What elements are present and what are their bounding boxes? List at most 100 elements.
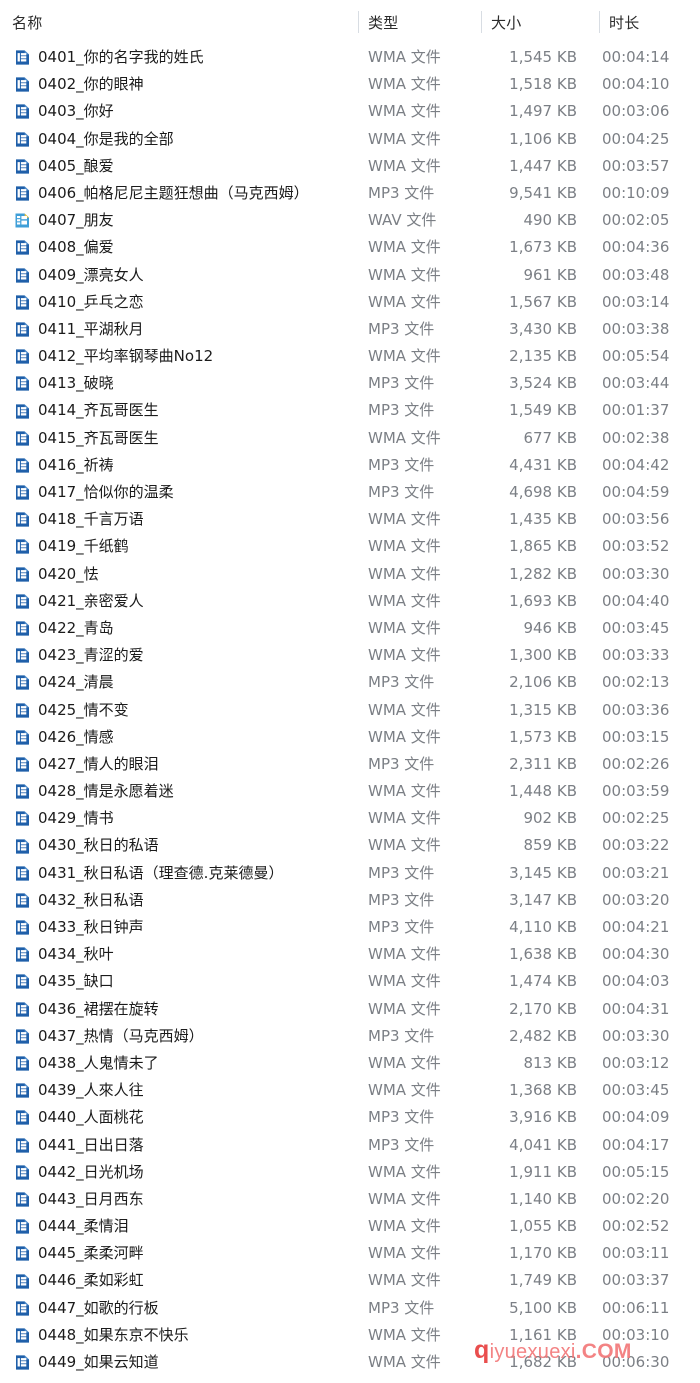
- table-row[interactable]: 0445_柔柔河畔 WMA 文件 1,170 KB 00:03:11: [0, 1240, 700, 1267]
- table-row[interactable]: 0427_情人的眼泪 MP3 文件 2,311 KB 00:02:26: [0, 751, 700, 778]
- table-row[interactable]: 0434_秋叶 WMA 文件 1,638 KB 00:04:30: [0, 941, 700, 968]
- file-name-cell[interactable]: 0409_漂亮女人: [14, 262, 144, 289]
- table-row[interactable]: 0401_你的名字我的姓氏 WMA 文件 1,545 KB 00:04:14: [0, 44, 700, 71]
- file-name-cell[interactable]: 0417_恰似你的温柔: [14, 479, 174, 506]
- file-name-cell[interactable]: 0449_如果云知道: [14, 1349, 159, 1376]
- file-name-cell[interactable]: 0445_柔柔河畔: [14, 1240, 144, 1267]
- table-row[interactable]: 0405_酿爱 WMA 文件 1,447 KB 00:03:57: [0, 153, 700, 180]
- table-row[interactable]: 0418_千言万语 WMA 文件 1,435 KB 00:03:56: [0, 506, 700, 533]
- file-name-cell[interactable]: 0402_你的眼神: [14, 71, 144, 98]
- table-row[interactable]: 0446_柔如彩虹 WMA 文件 1,749 KB 00:03:37: [0, 1267, 700, 1294]
- file-name-cell[interactable]: 0406_帕格尼尼主题狂想曲（马克西姆）: [14, 180, 309, 207]
- file-name-cell[interactable]: 0429_情书: [14, 805, 114, 832]
- file-name-cell[interactable]: 0437_热情（马克西姆）: [14, 1023, 204, 1050]
- table-row[interactable]: 0440_人面桃花 MP3 文件 3,916 KB 00:04:09: [0, 1104, 700, 1131]
- column-header-name[interactable]: 名称: [12, 0, 42, 44]
- file-name-cell[interactable]: 0448_如果东京不快乐: [14, 1322, 189, 1349]
- file-name-cell[interactable]: 0442_日光机场: [14, 1159, 144, 1186]
- table-row[interactable]: 0402_你的眼神 WMA 文件 1,518 KB 00:04:10: [0, 71, 700, 98]
- file-name-cell[interactable]: 0439_人來人往: [14, 1077, 144, 1104]
- file-name-cell[interactable]: 0436_裙摆在旋转: [14, 996, 159, 1023]
- table-row[interactable]: 0432_秋日私语 MP3 文件 3,147 KB 00:03:20: [0, 887, 700, 914]
- file-name-cell[interactable]: 0405_酿爱: [14, 153, 114, 180]
- table-row[interactable]: 0414_齐瓦哥医生 MP3 文件 1,549 KB 00:01:37: [0, 397, 700, 424]
- table-row[interactable]: 0437_热情（马克西姆） MP3 文件 2,482 KB 00:03:30: [0, 1023, 700, 1050]
- table-row[interactable]: 0416_祈祷 MP3 文件 4,431 KB 00:04:42: [0, 452, 700, 479]
- table-row[interactable]: 0436_裙摆在旋转 WMA 文件 2,170 KB 00:04:31: [0, 996, 700, 1023]
- file-name-cell[interactable]: 0425_情不变: [14, 697, 129, 724]
- table-row[interactable]: 0442_日光机场 WMA 文件 1,911 KB 00:05:15: [0, 1159, 700, 1186]
- table-row[interactable]: 0426_情感 WMA 文件 1,573 KB 00:03:15: [0, 724, 700, 751]
- table-row[interactable]: 0408_偏爱 WMA 文件 1,673 KB 00:04:36: [0, 234, 700, 261]
- table-row[interactable]: 0449_如果云知道 WMA 文件 1,682 KB 00:06:30: [0, 1349, 700, 1376]
- table-row[interactable]: 0411_平湖秋月 MP3 文件 3,430 KB 00:03:38: [0, 316, 700, 343]
- file-name-cell[interactable]: 0408_偏爱: [14, 234, 114, 261]
- file-name-cell[interactable]: 0441_日出日落: [14, 1132, 144, 1159]
- table-row[interactable]: 0419_千纸鹤 WMA 文件 1,865 KB 00:03:52: [0, 533, 700, 560]
- table-row[interactable]: 0429_情书 WMA 文件 902 KB 00:02:25: [0, 805, 700, 832]
- file-name-cell[interactable]: 0431_秋日私语（理查德.克莱德曼）: [14, 860, 283, 887]
- file-name-cell[interactable]: 0430_秋日的私语: [14, 832, 159, 859]
- file-name-cell[interactable]: 0435_缺口: [14, 968, 114, 995]
- table-row[interactable]: 0431_秋日私语（理查德.克莱德曼） MP3 文件 3,145 KB 00:03:2…: [0, 860, 700, 887]
- file-name-cell[interactable]: 0413_破晓: [14, 370, 114, 397]
- table-row[interactable]: 0415_齐瓦哥医生 WMA 文件 677 KB 00:02:38: [0, 425, 700, 452]
- file-name-cell[interactable]: 0432_秋日私语: [14, 887, 144, 914]
- table-row[interactable]: 0439_人來人往 WMA 文件 1,368 KB 00:03:45: [0, 1077, 700, 1104]
- table-row[interactable]: 0447_如歌的行板 MP3 文件 5,100 KB 00:06:11: [0, 1295, 700, 1322]
- file-name-cell[interactable]: 0403_你好: [14, 98, 114, 125]
- file-name-cell[interactable]: 0433_秋日钟声: [14, 914, 144, 941]
- column-header-length[interactable]: 时长: [599, 0, 639, 44]
- column-header-size[interactable]: 大小: [481, 0, 521, 44]
- file-name-cell[interactable]: 0424_清晨: [14, 669, 114, 696]
- table-row[interactable]: 0403_你好 WMA 文件 1,497 KB 00:03:06: [0, 98, 700, 125]
- file-name-cell[interactable]: 0422_青岛: [14, 615, 114, 642]
- table-row[interactable]: 0425_情不变 WMA 文件 1,315 KB 00:03:36: [0, 697, 700, 724]
- file-name-cell[interactable]: 0438_人鬼情未了: [14, 1050, 159, 1077]
- file-name-cell[interactable]: 0401_你的名字我的姓氏: [14, 44, 204, 71]
- table-row[interactable]: 0448_如果东京不快乐 WMA 文件 1,161 KB 00:03:10: [0, 1322, 700, 1349]
- table-row[interactable]: 0413_破晓 MP3 文件 3,524 KB 00:03:44: [0, 370, 700, 397]
- table-row[interactable]: 0420_怯 WMA 文件 1,282 KB 00:03:30: [0, 561, 700, 588]
- file-name-cell[interactable]: 0434_秋叶: [14, 941, 114, 968]
- file-name-cell[interactable]: 0446_柔如彩虹: [14, 1267, 144, 1294]
- table-row[interactable]: 0428_情是永愿着迷 WMA 文件 1,448 KB 00:03:59: [0, 778, 700, 805]
- table-row[interactable]: 0435_缺口 WMA 文件 1,474 KB 00:04:03: [0, 968, 700, 995]
- file-name-cell[interactable]: 0440_人面桃花: [14, 1104, 144, 1131]
- table-row[interactable]: 0422_青岛 WMA 文件 946 KB 00:03:45: [0, 615, 700, 642]
- file-name-cell[interactable]: 0447_如歌的行板: [14, 1295, 159, 1322]
- table-row[interactable]: 0410_乒乓之恋 WMA 文件 1,567 KB 00:03:14: [0, 289, 700, 316]
- table-row[interactable]: 0404_你是我的全部 WMA 文件 1,106 KB 00:04:25: [0, 126, 700, 153]
- file-name-cell[interactable]: 0412_平均率钢琴曲No12: [14, 343, 213, 370]
- table-row[interactable]: 0430_秋日的私语 WMA 文件 859 KB 00:03:22: [0, 832, 700, 859]
- table-row[interactable]: 0409_漂亮女人 WMA 文件 961 KB 00:03:48: [0, 262, 700, 289]
- file-name-cell[interactable]: 0414_齐瓦哥医生: [14, 397, 159, 424]
- file-name-cell[interactable]: 0420_怯: [14, 561, 99, 588]
- file-name-cell[interactable]: 0419_千纸鹤: [14, 533, 129, 560]
- table-row[interactable]: 0443_日月西东 WMA 文件 1,140 KB 00:02:20: [0, 1186, 700, 1213]
- file-name-cell[interactable]: 0411_平湖秋月: [14, 316, 144, 343]
- table-row[interactable]: 0406_帕格尼尼主题狂想曲（马克西姆） MP3 文件 9,541 KB 00:10:…: [0, 180, 700, 207]
- file-name-cell[interactable]: 0418_千言万语: [14, 506, 144, 533]
- file-name-cell[interactable]: 0415_齐瓦哥医生: [14, 425, 159, 452]
- file-name-cell[interactable]: 0407_朋友: [14, 207, 114, 234]
- table-row[interactable]: 0441_日出日落 MP3 文件 4,041 KB 00:04:17: [0, 1132, 700, 1159]
- file-name-cell[interactable]: 0416_祈祷: [14, 452, 114, 479]
- table-row[interactable]: 0423_青涩的爱 WMA 文件 1,300 KB 00:03:33: [0, 642, 700, 669]
- table-row[interactable]: 0421_亲密爱人 WMA 文件 1,693 KB 00:04:40: [0, 588, 700, 615]
- file-name-cell[interactable]: 0410_乒乓之恋: [14, 289, 144, 316]
- table-row[interactable]: 0412_平均率钢琴曲No12 WMA 文件 2,135 KB 00:05:54: [0, 343, 700, 370]
- table-row[interactable]: 0407_朋友 WAV 文件 490 KB 00:02:05: [0, 207, 700, 234]
- table-row[interactable]: 0424_清晨 MP3 文件 2,106 KB 00:02:13: [0, 669, 700, 696]
- file-name-cell[interactable]: 0423_青涩的爱: [14, 642, 144, 669]
- column-header-type[interactable]: 类型: [358, 0, 398, 44]
- file-name-cell[interactable]: 0404_你是我的全部: [14, 126, 174, 153]
- file-name-cell[interactable]: 0443_日月西东: [14, 1186, 144, 1213]
- file-name-cell[interactable]: 0426_情感: [14, 724, 114, 751]
- file-name-cell[interactable]: 0428_情是永愿着迷: [14, 778, 174, 805]
- table-row[interactable]: 0433_秋日钟声 MP3 文件 4,110 KB 00:04:21: [0, 914, 700, 941]
- file-name-cell[interactable]: 0427_情人的眼泪: [14, 751, 159, 778]
- table-row[interactable]: 0444_柔情泪 WMA 文件 1,055 KB 00:02:52: [0, 1213, 700, 1240]
- file-name-cell[interactable]: 0421_亲密爱人: [14, 588, 144, 615]
- table-row[interactable]: 0438_人鬼情未了 WMA 文件 813 KB 00:03:12: [0, 1050, 700, 1077]
